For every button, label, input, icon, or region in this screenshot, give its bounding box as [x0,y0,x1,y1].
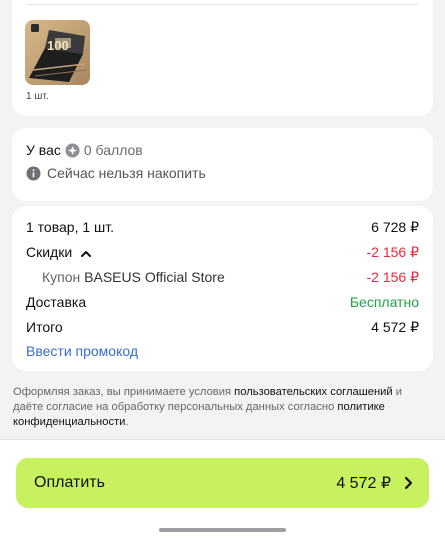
checkout-page: 100 1 шт. У вас 0 баллов Сейчас нельзя н… [0,0,445,545]
items-label: 1 товар, 1 шт. [26,219,115,235]
discounts-value: -2 156 ₽ [366,243,420,260]
coupon-label: Купон BASEUS Official Store [26,269,225,285]
total-label: Итого [26,319,63,335]
bonus-balance: У вас 0 баллов [26,142,143,158]
summary-row-total: Итого 4 572 ₽ [26,317,419,337]
summary-row-delivery: Доставка Бесплатно [26,292,419,312]
discounts-label: Скидки [26,244,73,260]
home-indicator[interactable] [159,528,286,532]
discounts-toggle[interactable]: Скидки [26,244,92,260]
bonus-notice: Сейчас нельзя накопить [26,165,206,181]
product-quantity: 1 шт. [26,91,49,102]
items-value: 6 728 ₽ [371,218,419,235]
pay-button-amount: 4 572 ₽ [336,475,391,492]
delivery-value: Бесплатно [349,294,419,310]
chevron-right-icon [403,476,413,490]
coin-icon [65,143,80,158]
summary-row-coupon: Купон BASEUS Official Store -2 156 ₽ [26,267,419,287]
legal-notice: Оформляя заказ, вы принимаете условия по… [13,385,433,430]
summary-row-discounts[interactable]: Скидки -2 156 ₽ [26,242,419,262]
coupon-value: -2 156 ₽ [366,268,420,285]
legal-text-3: . [125,416,129,428]
svg-text:100: 100 [47,38,69,53]
pay-button-label: Оплатить [34,474,105,491]
product-card: 100 1 шт. [12,0,433,116]
chevron-up-icon [80,247,92,259]
pay-button[interactable]: Оплатить 4 572 ₽ [16,458,429,508]
user-agreements-link[interactable]: пользовательских соглашений [234,386,392,398]
info-icon [26,166,41,181]
product-thumbnail[interactable]: 100 [25,20,90,85]
delivery-label: Доставка [26,294,87,310]
bonus-notice-text: Сейчас нельзя накопить [47,165,206,181]
promo-code-link[interactable]: Ввести промокод [26,343,138,359]
divider [26,4,419,5]
bonus-prefix: У вас [26,142,61,158]
total-value: 4 572 ₽ [371,318,419,335]
coupon-name: BASEUS Official Store [84,269,225,285]
order-summary-card: 1 товар, 1 шт. 6 728 ₽ Скидки -2 156 ₽ К… [12,206,433,371]
bonus-value: 0 баллов [83,142,143,158]
coupon-prefix: Купон [42,269,81,285]
bonus-card: У вас 0 баллов Сейчас нельзя накопить [12,128,433,201]
pay-button-right: 4 572 ₽ [336,473,413,493]
summary-row-items: 1 товар, 1 шт. 6 728 ₽ [26,217,419,237]
legal-text-1: Оформляя заказ, вы принимаете условия [13,386,235,398]
